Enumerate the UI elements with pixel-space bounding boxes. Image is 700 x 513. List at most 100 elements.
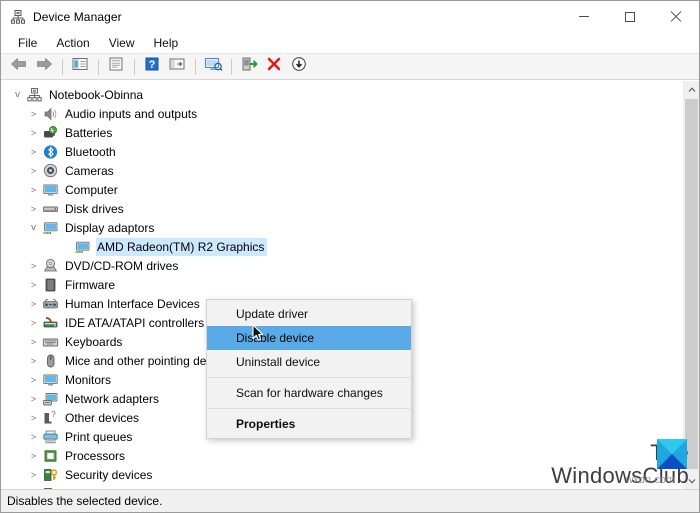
chevron-right-icon[interactable]: > xyxy=(25,318,42,328)
tree-item-batteries[interactable]: > Batteries xyxy=(1,123,683,142)
svg-text:?: ? xyxy=(51,410,56,419)
speaker-icon xyxy=(42,106,59,122)
optical-drive-icon xyxy=(42,258,59,274)
status-bar-text: Disables the selected device. xyxy=(7,494,163,508)
device-manager-window: Device Manager File Action View Help ? v… xyxy=(0,0,700,513)
chevron-right-icon[interactable]: > xyxy=(25,356,42,366)
scan-for-hardware-changes-button[interactable] xyxy=(201,56,225,78)
tree-item-software-components[interactable]: > Software components xyxy=(1,484,683,489)
maximize-button[interactable] xyxy=(607,1,653,32)
scrollbar-thumb[interactable] xyxy=(685,99,698,469)
chevron-right-icon[interactable]: > xyxy=(25,185,42,195)
graphics-card-icon xyxy=(74,239,91,255)
tree-item-firmware[interactable]: > Firmware xyxy=(1,275,683,294)
camera-icon xyxy=(42,163,59,179)
tree-item-label: Cameras xyxy=(65,163,114,178)
back-button[interactable] xyxy=(7,56,31,78)
update-driver-button[interactable] xyxy=(165,56,189,78)
chevron-down-icon[interactable]: v xyxy=(9,90,26,100)
battery-icon xyxy=(42,125,59,141)
vertical-scrollbar[interactable] xyxy=(683,81,699,489)
tree-item-label: Bluetooth xyxy=(65,144,116,159)
context-menu-item-uninstall-device[interactable]: Uninstall device xyxy=(207,350,411,374)
help-button[interactable]: ? xyxy=(140,56,164,78)
disable-device-button[interactable] xyxy=(287,56,311,78)
toolbar: ? xyxy=(1,54,699,80)
chevron-right-icon[interactable]: > xyxy=(25,166,42,176)
chevron-right-icon[interactable]: > xyxy=(25,413,42,423)
chevron-right-icon[interactable]: > xyxy=(25,375,42,385)
context-menu-item-scan-for-hardware-changes[interactable]: Scan for hardware changes xyxy=(207,381,411,405)
tree-item-dvd-cdrom-drives[interactable]: > DVD/CD-ROM drives xyxy=(1,256,683,275)
context-menu-item-update-driver[interactable]: Update driver xyxy=(207,302,411,326)
tree-item-label: Keyboards xyxy=(65,334,123,349)
minimize-icon xyxy=(579,16,589,17)
tree-item-label: Computer xyxy=(65,182,118,197)
properties-icon xyxy=(107,56,125,77)
chevron-right-icon[interactable]: > xyxy=(25,261,42,271)
content-area: v Notebook-Obinna > Audio inputs and out… xyxy=(1,80,699,489)
window-title: Device Manager xyxy=(33,9,122,24)
tree-item-label: IDE ATA/ATAPI controllers xyxy=(65,315,205,330)
chevron-right-icon[interactable]: > xyxy=(25,299,42,309)
toolbar-separator-5 xyxy=(231,58,232,75)
tree-item-processors[interactable]: > Processors xyxy=(1,446,683,465)
menu-help[interactable]: Help xyxy=(145,34,188,52)
context-menu-item-properties[interactable]: Properties xyxy=(207,412,411,436)
enable-device-button[interactable] xyxy=(237,56,261,78)
uninstall-device-button[interactable] xyxy=(262,56,286,78)
minimize-button[interactable] xyxy=(561,1,607,32)
mouse-icon xyxy=(42,353,59,369)
chevron-down-icon[interactable]: v xyxy=(25,223,42,233)
context-menu-item-disable-device[interactable]: Disable device xyxy=(207,326,411,350)
network-adapter-icon xyxy=(42,391,59,407)
chevron-right-icon[interactable]: > xyxy=(25,128,42,138)
tree-item-computer[interactable]: > Computer xyxy=(1,180,683,199)
device-manager-icon xyxy=(10,9,26,25)
toolbar-separator-4 xyxy=(195,58,196,75)
tree-item-cameras[interactable]: > Cameras xyxy=(1,161,683,180)
chevron-right-icon[interactable]: > xyxy=(25,394,42,404)
toolbar-separator-2 xyxy=(98,58,99,75)
scroll-down-arrow-icon[interactable] xyxy=(684,472,699,489)
tree-item-display-adaptors[interactable]: v Display adaptors xyxy=(1,218,683,237)
tree-item-label: Audio inputs and outputs xyxy=(65,106,198,121)
update-driver-icon xyxy=(168,56,186,77)
tree-item-amd-radeon-r2-graphics[interactable]: AMD Radeon(TM) R2 Graphics xyxy=(1,237,683,256)
menu-file[interactable]: File xyxy=(9,34,46,52)
chevron-right-icon[interactable]: > xyxy=(25,147,42,157)
scroll-up-arrow-icon[interactable] xyxy=(684,81,699,98)
other-device-icon: ? xyxy=(42,410,59,426)
bluetooth-icon xyxy=(42,144,59,160)
tree-item-audio-inputs-and-outputs[interactable]: > Audio inputs and outputs xyxy=(1,104,683,123)
tree-item-disk-drives[interactable]: > Disk drives xyxy=(1,199,683,218)
tree-item-label: Human Interface Devices xyxy=(65,296,200,311)
tree-item-security-devices[interactable]: > Security devices xyxy=(1,465,683,484)
title-bar: Device Manager xyxy=(1,1,699,32)
properties-button[interactable] xyxy=(104,56,128,78)
display-adapter-icon xyxy=(42,220,59,236)
tree-item-bluetooth[interactable]: > Bluetooth xyxy=(1,142,683,161)
forward-button[interactable] xyxy=(32,56,56,78)
chevron-right-icon[interactable]: > xyxy=(25,432,42,442)
close-icon xyxy=(670,11,682,23)
software-component-icon xyxy=(42,486,59,489)
chevron-right-icon[interactable]: > xyxy=(25,451,42,461)
tree-item-label: AMD Radeon(TM) R2 Graphics xyxy=(96,237,268,256)
chevron-right-icon[interactable]: > xyxy=(25,109,42,119)
chevron-right-icon[interactable]: > xyxy=(25,489,42,490)
maximize-icon xyxy=(625,11,635,22)
chevron-right-icon[interactable]: > xyxy=(25,337,42,347)
tree-root-node[interactable]: v Notebook-Obinna xyxy=(1,85,683,104)
menu-action[interactable]: Action xyxy=(47,34,98,52)
context-menu-separator-2 xyxy=(208,408,410,409)
monitor-icon xyxy=(42,182,59,198)
chevron-right-icon[interactable]: > xyxy=(25,470,42,480)
chevron-right-icon[interactable]: > xyxy=(25,204,42,214)
menu-view[interactable]: View xyxy=(100,34,144,52)
close-button[interactable] xyxy=(653,1,699,32)
context-menu-separator-1 xyxy=(208,377,410,378)
chevron-right-icon[interactable]: > xyxy=(25,280,42,290)
show-hide-console-tree-button[interactable] xyxy=(68,56,92,78)
tree-item-label: Firmware xyxy=(65,277,115,292)
